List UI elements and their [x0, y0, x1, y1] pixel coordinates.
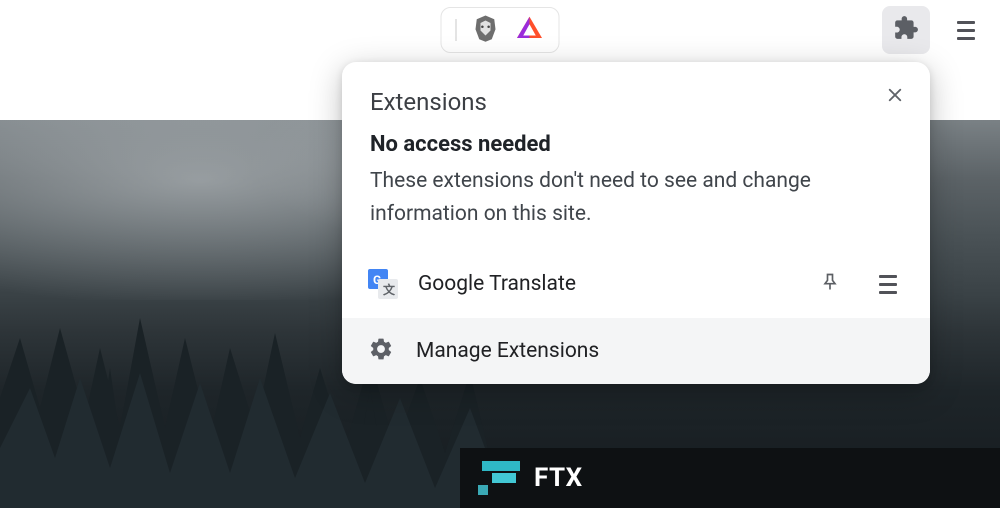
extensions-list: G 文 Google Translate	[342, 250, 930, 318]
extensions-button[interactable]	[882, 6, 930, 54]
browser-toolbar	[0, 0, 1000, 60]
hamburger-icon	[957, 21, 975, 40]
close-button[interactable]	[878, 80, 912, 112]
bat-triangle-icon[interactable]	[515, 13, 545, 47]
no-access-section: No access needed These extensions don't …	[342, 116, 930, 250]
extension-item[interactable]: G 文 Google Translate	[342, 250, 930, 318]
brave-lion-icon[interactable]	[471, 13, 501, 47]
section-heading: No access needed	[370, 132, 902, 157]
gear-icon	[368, 336, 394, 366]
divider	[456, 19, 457, 41]
google-translate-icon: G 文	[366, 267, 400, 301]
pin-icon	[820, 271, 840, 297]
ftx-logo-icon	[478, 461, 520, 495]
main-menu-button[interactable]	[944, 8, 988, 52]
popup-header: Extensions	[342, 62, 930, 116]
pin-button[interactable]	[810, 264, 850, 304]
extension-more-button[interactable]	[868, 264, 908, 304]
extension-name: Google Translate	[418, 272, 792, 296]
ftx-label: FTX	[534, 463, 583, 493]
close-icon	[886, 82, 904, 110]
extensions-popup: Extensions No access needed These extens…	[342, 62, 930, 384]
toolbar-center-group	[441, 7, 560, 53]
popup-title: Extensions	[370, 88, 487, 116]
section-description: These extensions don't need to see and c…	[370, 165, 902, 230]
svg-text:文: 文	[383, 282, 396, 297]
manage-extensions-label: Manage Extensions	[416, 339, 599, 363]
manage-extensions-button[interactable]: Manage Extensions	[342, 318, 930, 384]
toolbar-right-group	[882, 6, 988, 54]
hamburger-icon	[879, 275, 897, 294]
puzzle-icon	[893, 15, 919, 45]
ftx-banner[interactable]: FTX	[460, 448, 1000, 508]
